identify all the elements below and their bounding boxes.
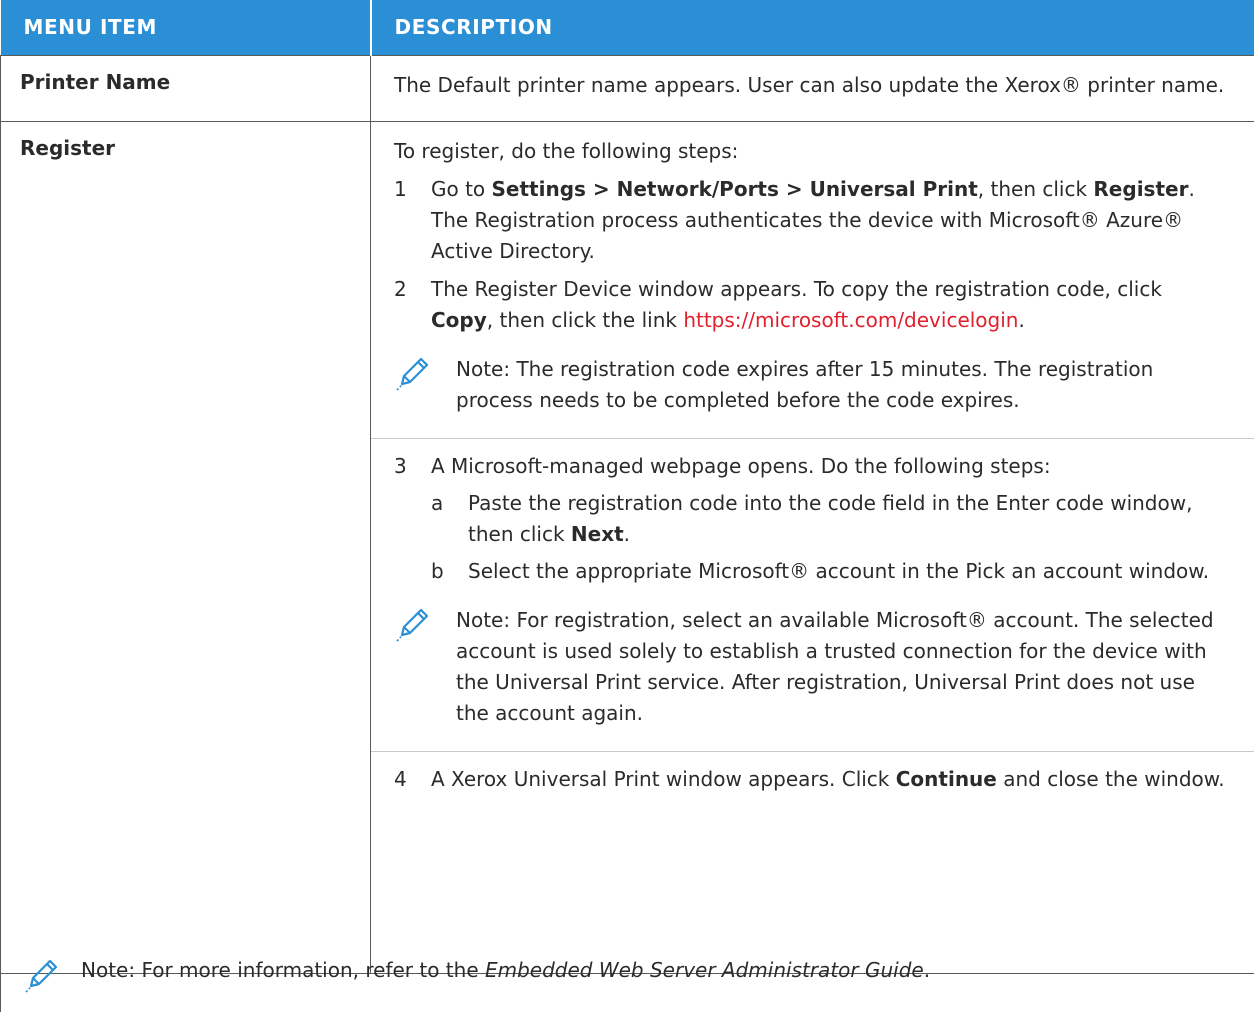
document-page: MENU ITEM DESCRIPTION Printer Name The D… bbox=[0, 0, 1254, 1012]
substeps: a Paste the registration code into the c… bbox=[431, 488, 1230, 587]
pencil-icon bbox=[25, 959, 58, 993]
table-row: Register To register, do the following s… bbox=[0, 120, 1254, 974]
step-4: 4 A Xerox Universal Print window appears… bbox=[394, 764, 1230, 795]
substep-b: b Select the appropriate Microsoft® acco… bbox=[431, 556, 1230, 587]
guide-title: Embedded Web Server Administrator Guide bbox=[484, 958, 924, 982]
step-text: and close the window. bbox=[996, 766, 1225, 791]
step-3: 3 A Microsoft-managed webpage opens. Do … bbox=[394, 451, 1230, 482]
pencil-icon bbox=[396, 608, 429, 642]
divider bbox=[371, 437, 1254, 439]
step-number: 1 bbox=[394, 176, 407, 201]
step-text: Go to bbox=[431, 176, 492, 201]
description-printer-name: The Default printer name appears. User c… bbox=[370, 54, 1254, 122]
register-label: Register bbox=[1093, 176, 1189, 201]
note-registration-code: Note: The registration code expires afte… bbox=[394, 354, 1230, 416]
description-register: To register, do the following steps: 1 G… bbox=[370, 120, 1254, 974]
pencil-icon bbox=[396, 357, 429, 391]
menu-item-printer-name: Printer Name bbox=[0, 54, 371, 122]
substep-a: a Paste the registration code into the c… bbox=[431, 488, 1230, 550]
note-text: Note: For registration, select an availa… bbox=[456, 607, 1214, 725]
substep-letter: b bbox=[431, 558, 444, 583]
step-text: A Xerox Universal Print window appears. … bbox=[431, 766, 896, 791]
step-text: , then click bbox=[977, 176, 1094, 201]
step-text: Select the appropriate Microsoft® accoun… bbox=[468, 558, 1210, 583]
table-row: Printer Name The Default printer name ap… bbox=[0, 54, 1254, 122]
step-number: 2 bbox=[394, 276, 407, 301]
note-text: Note: For more information, refer to the bbox=[81, 958, 485, 982]
note-account: Note: For registration, select an availa… bbox=[394, 605, 1230, 729]
divider bbox=[371, 750, 1254, 752]
footer-note: Note: For more information, refer to the… bbox=[0, 919, 1254, 1012]
step-1: 1 Go to Settings > Network/Ports > Unive… bbox=[394, 174, 1230, 267]
step-text: , then click the link bbox=[486, 307, 684, 332]
substep-letter: a bbox=[431, 490, 444, 515]
note-text: Note: The registration code expires afte… bbox=[456, 356, 1154, 412]
menu-item-register: Register bbox=[0, 120, 371, 974]
footer-note-text: Note: For more information, refer to the… bbox=[81, 955, 930, 986]
copy-label: Copy bbox=[431, 307, 487, 332]
menu-path: Settings > Network/Ports > Universal Pri… bbox=[491, 176, 978, 201]
table-header-row: MENU ITEM DESCRIPTION bbox=[0, 0, 1254, 55]
note-text: . bbox=[923, 958, 931, 982]
step-2: 2 The Register Device window appears. To… bbox=[394, 274, 1230, 336]
step-number: 3 bbox=[394, 453, 407, 478]
header-description: DESCRIPTION bbox=[369, 0, 1254, 55]
step-text: . bbox=[623, 521, 631, 546]
step-text: The Register Device window appears. To c… bbox=[431, 276, 1162, 301]
header-menu-item: MENU ITEM bbox=[0, 0, 371, 55]
continue-label: Continue bbox=[895, 766, 997, 791]
devicelogin-link[interactable]: https://microsoft.com/devicelogin bbox=[683, 308, 1018, 332]
step-text: . bbox=[1018, 307, 1025, 332]
menu-table: MENU ITEM DESCRIPTION Printer Name The D… bbox=[0, 0, 1254, 974]
next-label: Next bbox=[570, 521, 624, 546]
step-number: 4 bbox=[394, 766, 407, 791]
register-intro: To register, do the following steps: bbox=[394, 138, 739, 163]
step-text: A Microsoft-managed webpage opens. Do th… bbox=[431, 453, 1051, 478]
